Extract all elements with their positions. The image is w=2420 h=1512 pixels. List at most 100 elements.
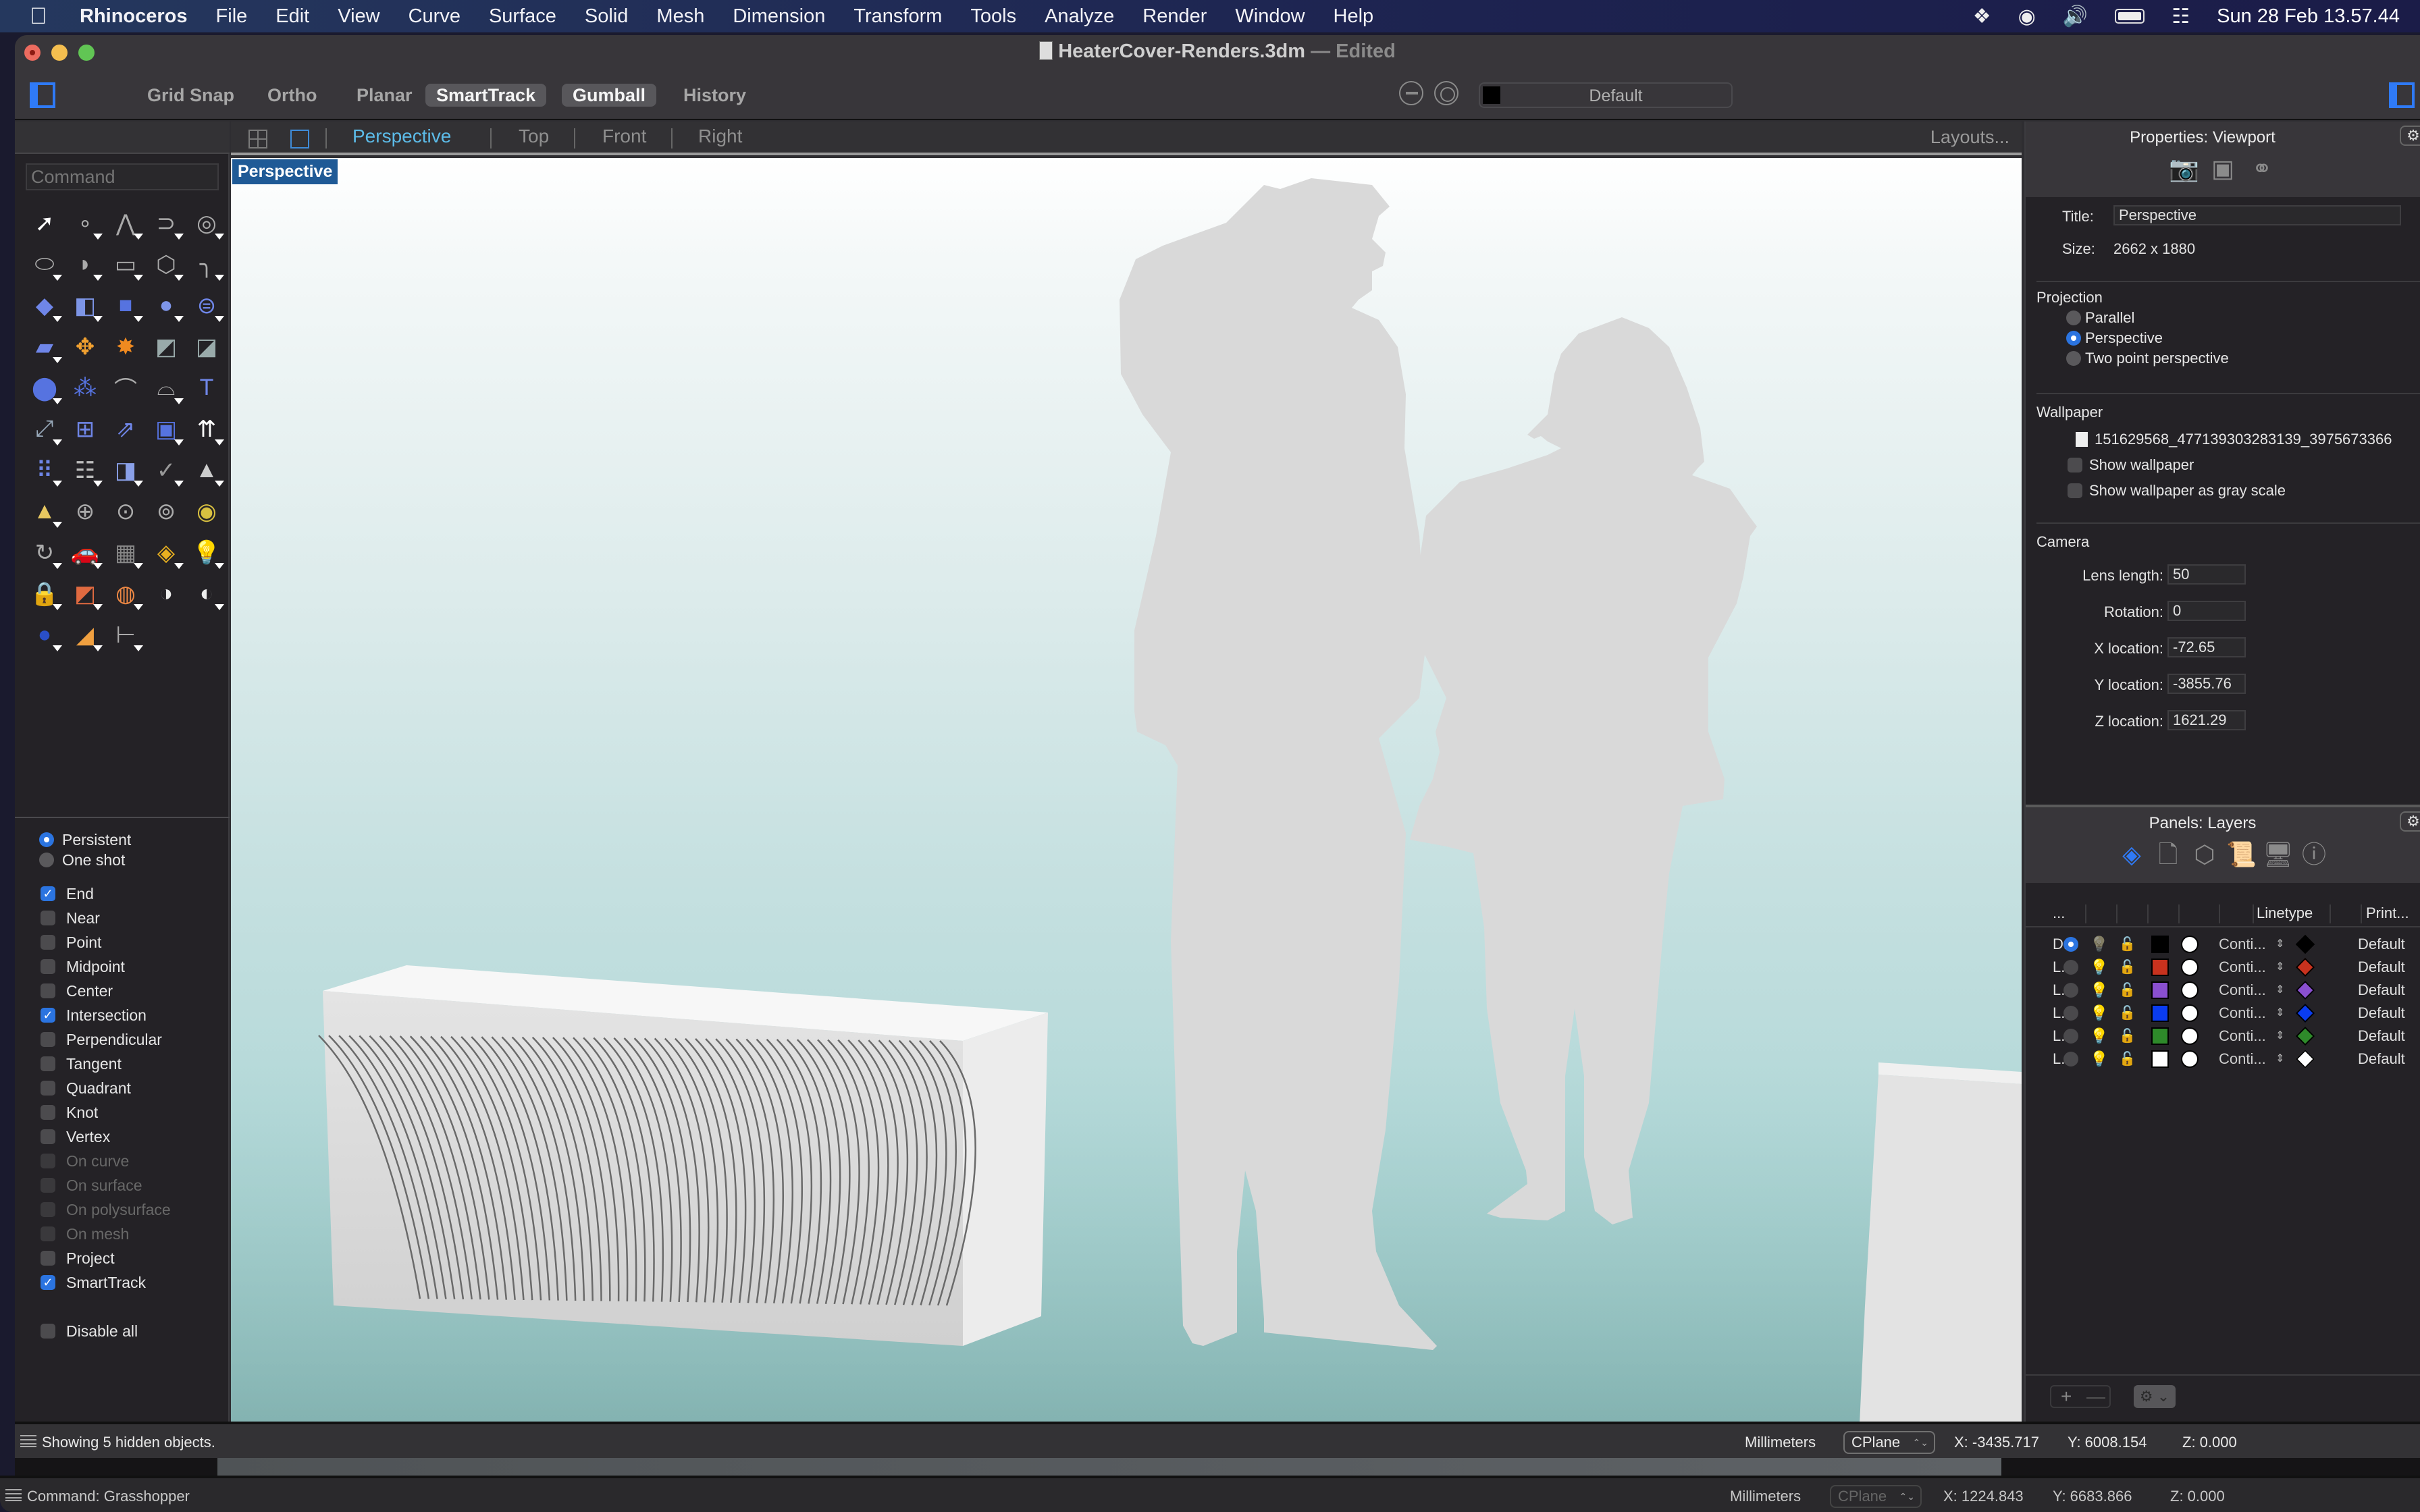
layer-row[interactable]: L...💡🔓Conti...⇕Default [2026, 956, 2420, 979]
menu-help[interactable]: Help [1334, 5, 1374, 28]
lock-icon[interactable]: 🔒 [24, 573, 65, 614]
osnap-center[interactable]: Center [15, 979, 230, 1003]
osnap-on-polysurface[interactable]: On polysurface [15, 1197, 230, 1222]
layer-row[interactable]: L...💡🔓Conti...⇕Default [2026, 1002, 2420, 1025]
units-label[interactable]: Millimeters [1745, 1434, 1816, 1451]
scroll-icon[interactable]: 📜 [2226, 840, 2257, 869]
smarttrack-toggle[interactable]: SmartTrack [425, 84, 547, 107]
osnap-intersection[interactable]: ✓ Intersection [15, 1003, 230, 1027]
linked-circles-icon[interactable]: ⚭ [2247, 154, 2277, 184]
flyout-caret-icon[interactable] [134, 604, 143, 610]
flyout-caret-icon[interactable] [174, 275, 184, 281]
flyout-caret-icon[interactable] [93, 604, 103, 610]
join-icon[interactable]: ✥ [65, 326, 105, 367]
linetype-stepper-icon[interactable]: ⇕ [2276, 983, 2284, 996]
orient-icon[interactable]: ⇗ [105, 408, 146, 450]
padlock-open-icon[interactable]: 🔓 [2119, 1027, 2136, 1044]
disable-all-checkbox[interactable] [41, 1324, 55, 1339]
col-name[interactable]: ... [2053, 905, 2065, 922]
box-icon[interactable]: ■ [105, 285, 146, 326]
osnap-smarttrack[interactable]: ✓ SmartTrack [15, 1270, 230, 1295]
remove-layer-button[interactable]: — [2086, 1386, 2105, 1407]
battery-icon[interactable] [2115, 9, 2145, 24]
circle-icon[interactable]: ◎ [186, 202, 227, 244]
layer-material-swatch[interactable] [2181, 1050, 2199, 1068]
scale-icon[interactable]: ⤢ [24, 408, 65, 450]
menu-solid[interactable]: Solid [585, 5, 629, 28]
projection-two-point[interactable]: Two point perspective [2066, 350, 2229, 367]
cplane-select[interactable]: CPlane [1830, 1485, 1922, 1508]
material-ball-icon[interactable]: ● [24, 614, 65, 655]
camera-lens-length-field[interactable] [2167, 564, 2246, 585]
layers-icon[interactable]: ◈ [2117, 840, 2147, 869]
osnap-vertex[interactable]: Vertex [15, 1125, 230, 1149]
heater-cover[interactable] [318, 965, 1048, 1346]
osnap-checkbox[interactable] [41, 1081, 55, 1096]
flyout-caret-icon[interactable] [93, 234, 103, 240]
single-viewport-icon[interactable] [290, 130, 309, 148]
extrude-surface-icon[interactable]: ◧ [65, 285, 105, 326]
print-color-diamond[interactable] [2295, 957, 2315, 977]
menu-app-name[interactable]: Rhinoceros [80, 5, 188, 28]
grayscale-checkbox[interactable] [2068, 483, 2082, 498]
boolean-split-icon[interactable]: ⁂ [65, 367, 105, 408]
layer-linetype[interactable]: Conti... [2219, 1050, 2266, 1068]
projection-parallel[interactable]: Parallel [2066, 309, 2134, 327]
linetype-stepper-icon[interactable]: ⇕ [2276, 1006, 2284, 1019]
document-icon[interactable]: 🗋 [2153, 840, 2183, 869]
flyout-caret-icon[interactable] [215, 439, 224, 446]
osnap-tangent[interactable]: Tangent [15, 1052, 230, 1076]
padlock-open-icon[interactable]: 🔓 [2119, 1004, 2136, 1021]
projection-perspective[interactable]: Perspective [2066, 329, 2163, 347]
osnap-near[interactable]: Near [15, 906, 230, 930]
flyout-caret-icon[interactable] [134, 316, 143, 322]
flyout-caret-icon[interactable] [53, 439, 62, 446]
flyout-caret-icon[interactable] [53, 316, 62, 322]
linetype-stepper-icon[interactable]: ⇕ [2276, 937, 2284, 950]
zoom-selected-icon[interactable]: ◉ [186, 491, 227, 532]
camera-rotation-field[interactable] [2167, 601, 2246, 621]
move-up-icon[interactable]: ⇈ [186, 408, 227, 450]
flyout-caret-icon[interactable] [215, 275, 224, 281]
osnap-checkbox[interactable] [41, 1129, 55, 1144]
flip-icon[interactable]: ◨ [105, 450, 146, 491]
padlock-open-icon[interactable]: 🔓 [2119, 1050, 2136, 1067]
record-history-icon[interactable] [1399, 81, 1423, 105]
cube-icon[interactable]: ⬡ [2190, 840, 2219, 869]
menu-tools[interactable]: Tools [970, 5, 1016, 28]
explode-icon[interactable]: ✸ [105, 326, 146, 367]
flyout-caret-icon[interactable] [134, 645, 143, 651]
menu-surface[interactable]: Surface [489, 5, 556, 28]
trim-icon[interactable]: ◩ [146, 326, 186, 367]
layer-linetype[interactable]: Conti... [2219, 1004, 2266, 1022]
osnap-checkbox[interactable]: ✓ [41, 1008, 55, 1023]
frame-icon[interactable]: ▣ [2208, 154, 2238, 184]
array-grid-icon[interactable]: ⠿ [24, 450, 65, 491]
rotate-view-icon[interactable]: ↻ [24, 532, 65, 573]
osnap-icon[interactable] [1434, 81, 1458, 105]
osnap-checkbox[interactable] [41, 1251, 55, 1266]
solid-primitives-icon[interactable]: ▲ [186, 450, 227, 491]
osnap-on-curve[interactable]: On curve [15, 1149, 230, 1173]
flyout-caret-icon[interactable] [174, 316, 184, 322]
command-input[interactable] [26, 163, 219, 190]
linetype-stepper-icon[interactable]: ⇕ [2276, 1029, 2284, 1042]
menu-dimension[interactable]: Dimension [733, 5, 825, 28]
osnap-checkbox[interactable] [41, 1105, 55, 1120]
menu-transform[interactable]: Transform [853, 5, 942, 28]
layer-linetype[interactable]: Conti... [2219, 936, 2266, 953]
surface-network-icon[interactable]: ▰ [24, 326, 65, 367]
flyout-caret-icon[interactable] [93, 645, 103, 651]
menubar-clock[interactable]: Sun 28 Feb 13.57.44 [2217, 5, 2400, 28]
padlock-open-icon[interactable]: 🔓 [2119, 936, 2136, 952]
flyout-caret-icon[interactable] [174, 563, 184, 569]
padlock-open-icon[interactable]: 🔓 [2119, 981, 2136, 998]
print-width[interactable]: Default [2358, 981, 2405, 999]
toggle-right-sidebar-icon[interactable] [2389, 82, 2415, 108]
linetype-stepper-icon[interactable]: ⇕ [2276, 1052, 2284, 1065]
osnap-perpendicular[interactable]: Perpendicular [15, 1027, 230, 1052]
menu-edit[interactable]: Edit [275, 5, 309, 28]
current-layer-radio[interactable] [2063, 1052, 2078, 1066]
show-wallpaper-option[interactable]: Show wallpaper [2068, 456, 2194, 474]
osnap-checkbox[interactable] [41, 911, 55, 925]
